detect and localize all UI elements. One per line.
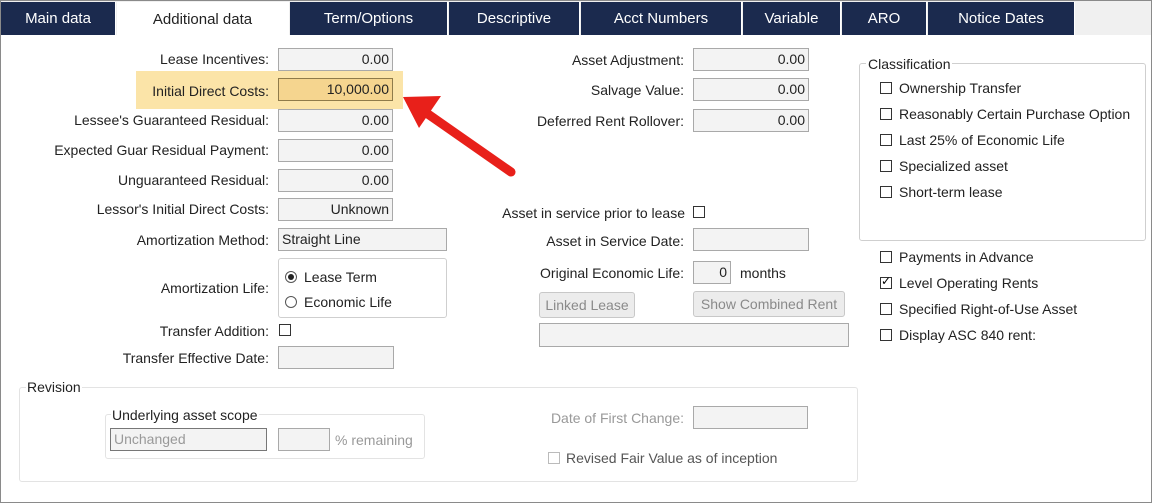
lessor-initial-direct-costs-field[interactable]: Unknown [278,198,393,221]
unguaranteed-residual-field[interactable]: 0.00 [278,169,393,192]
level-operating-rents-checkbox[interactable] [880,274,892,289]
tab-descriptive[interactable]: Descriptive [449,2,580,35]
red-arrow-icon [403,96,516,177]
specialized-asset-label: Specialized asset [899,158,1008,174]
reasonably-certain-purchase-option-label: Reasonably Certain Purchase Option [899,106,1131,122]
lessor-initial-direct-costs-label: Lessor's Initial Direct Costs: [96,201,269,217]
transfer-effective-date-field[interactable] [278,346,394,369]
percent-remaining-label: % remaining [335,432,413,448]
ownership-transfer-label: Ownership Transfer [899,80,1022,96]
tab-aro[interactable]: ARO [842,2,927,35]
economic-life-radio[interactable] [285,296,297,308]
percent-remaining-field[interactable] [278,428,330,451]
expected-guar-residual-payment-field[interactable]: 0.00 [278,139,393,162]
underlying-asset-scope-title: Underlying asset scope [111,407,259,423]
level-operating-rents-label: Level Operating Rents [899,275,1039,291]
original-economic-life-label: Original Economic Life: [540,265,684,281]
linked-lease-button[interactable]: Linked Lease [539,292,635,318]
deferred-rent-rollover-field[interactable]: 0.00 [693,109,809,132]
specified-right-of-use-asset-checkbox[interactable] [880,303,892,315]
linked-lease-field[interactable] [539,323,849,347]
revised-fair-value-label: Revised Fair Value as of inception [566,450,778,466]
asset-in-service-date-field[interactable] [693,228,809,251]
lease-incentives-field[interactable]: 0.00 [278,48,393,71]
specified-right-of-use-asset-label: Specified Right-of-Use Asset [899,301,1078,317]
amortization-method-field[interactable]: Straight Line [278,228,447,251]
revision-title: Revision [26,379,82,395]
lease-term-radio[interactable] [285,271,297,283]
asset-in-service-prior-checkbox[interactable] [693,206,705,218]
ownership-transfer-checkbox[interactable] [880,82,892,94]
unguaranteed-residual-label: Unguaranteed Residual: [118,172,269,188]
asset-in-service-date-label: Asset in Service Date: [546,233,684,249]
tab-additional-data[interactable]: Additional data [117,2,289,36]
amortization-life-label: Amortization Life: [160,280,269,296]
display-asc-840-rent-label: Display ASC 840 rent: [899,327,1036,343]
lease-term-label: Lease Term [304,269,377,285]
amortization-method-label: Amortization Method: [136,232,269,248]
tab-variable[interactable]: Variable [743,2,841,35]
initial-direct-costs-label: Initial Direct Costs: [152,83,269,99]
short-term-lease-checkbox[interactable] [880,186,892,198]
expected-guar-residual-payment-label: Expected Guar Residual Payment: [54,142,269,158]
transfer-addition-label: Transfer Addition: [159,323,269,339]
payments-in-advance-checkbox[interactable] [880,251,892,263]
reasonably-certain-purchase-option-checkbox[interactable] [880,108,892,120]
amortization-life-group: Lease Term Economic Life [278,258,447,318]
classification-title: Classification [866,56,953,72]
transfer-addition-checkbox[interactable] [279,324,291,336]
original-economic-life-field[interactable]: 0 [693,261,731,284]
deferred-rent-rollover-label: Deferred Rent Rollover: [536,113,684,129]
specialized-asset-checkbox[interactable] [880,160,892,172]
last-25-economic-life-label: Last 25% of Economic Life [899,132,1065,148]
asset-adjustment-field[interactable]: 0.00 [693,48,809,71]
initial-direct-costs-field[interactable]: 10,000.00 [278,78,393,101]
tab-notice-dates[interactable]: Notice Dates [928,2,1075,35]
asset-adjustment-label: Asset Adjustment: [571,52,684,68]
tab-acct-numbers[interactable]: Acct Numbers [581,2,742,35]
underlying-asset-scope-select[interactable]: Unchanged [110,428,267,451]
date-of-first-change-field[interactable] [693,406,808,429]
transfer-effective-date-label: Transfer Effective Date: [122,350,269,366]
display-asc-840-rent-checkbox[interactable] [880,329,892,341]
date-of-first-change-label: Date of First Change: [550,410,684,426]
last-25-economic-life-checkbox[interactable] [880,134,892,146]
months-label: months [740,265,786,281]
tab-bar: Main data Additional data Term/Options D… [1,1,1151,36]
payments-in-advance-label: Payments in Advance [899,249,1034,265]
lessee-guaranteed-residual-field[interactable]: 0.00 [278,109,393,132]
tab-term-options[interactable]: Term/Options [290,2,448,35]
tab-main-data[interactable]: Main data [1,2,116,35]
show-combined-rent-button[interactable]: Show Combined Rent [693,291,845,317]
lessee-guaranteed-residual-label: Lessee's Guaranteed Residual: [74,112,269,128]
revised-fair-value-checkbox[interactable] [548,452,560,464]
salvage-value-label: Salvage Value: [590,82,684,98]
salvage-value-field[interactable]: 0.00 [693,78,809,101]
short-term-lease-label: Short-term lease [899,184,1003,200]
asset-in-service-prior-label: Asset in service prior to lease [502,205,685,221]
economic-life-label: Economic Life [304,294,392,310]
lease-incentives-label: Lease Incentives: [160,51,269,67]
